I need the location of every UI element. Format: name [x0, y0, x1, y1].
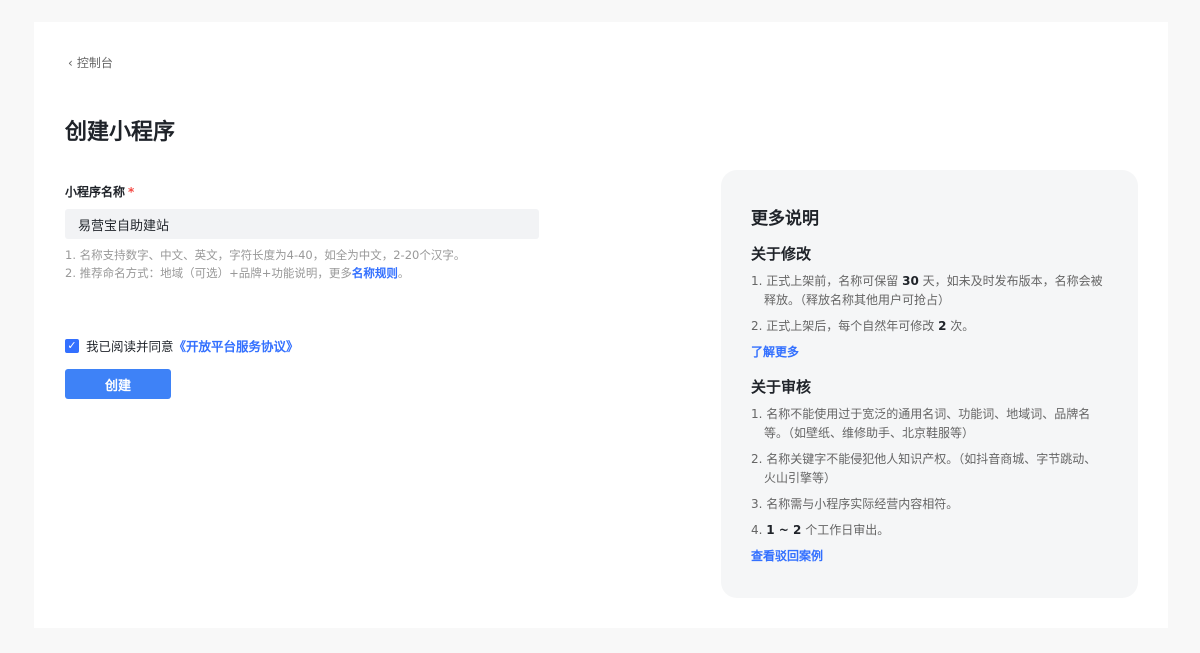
page-title: 创建小程序 [65, 120, 176, 145]
service-agreement-link[interactable]: 《开放平台服务协议》 [174, 336, 299, 355]
name-input[interactable] [65, 209, 539, 239]
hint-2: 2. 推荐命名方式：地域（可选）+品牌+功能说明，更多名称规则。 [65, 264, 465, 282]
hint-1: 1. 名称支持数字、中文、英文，字符长度为4-40，如全为中文，2-20个汉字。 [65, 248, 466, 262]
list-item: 2. 正式上架后，每个自然年可修改 2 次。 [751, 317, 1108, 336]
item-bold: 1 ~ 2 [766, 523, 802, 537]
name-hints: 1. 名称支持数字、中文、英文，字符长度为4-40，如全为中文，2-20个汉字。… [65, 246, 465, 282]
list-item: 1. 正式上架前，名称可保留 30 天，如未及时发布版本，名称会被释放。（释放名… [751, 272, 1108, 310]
list-item: 1. 名称不能使用过于宽泛的通用名词、功能词、地域词、品牌名等。（如壁纸、维修助… [751, 407, 1091, 440]
name-rules-link[interactable]: 名称规则 [352, 266, 398, 280]
review-list: 1. 名称不能使用过于宽泛的通用名词、功能词、地域词、品牌名等。（如壁纸、维修助… [751, 405, 1108, 540]
required-mark: * [128, 185, 135, 199]
agree-text: 我已阅读并同意 [86, 339, 174, 354]
item-text: 4. [751, 523, 767, 537]
hint-2-text: 2. 推荐命名方式：地域（可选）+品牌+功能说明，更多 [65, 266, 352, 280]
agree-checkbox[interactable]: ✓ [65, 338, 79, 353]
list-item: 4. 1 ~ 2 个工作日审出。 [751, 521, 1108, 540]
list-item: 2. 名称关键字不能侵犯他人知识产权。（如抖音商城、字节跳动、火山引擎等） [751, 452, 1097, 485]
item-text: 次。 [946, 319, 975, 333]
agreement-row: ✓ 我已阅读并同意 《开放平台服务协议》 [65, 336, 299, 355]
item-text: 1. 正式上架前，名称可保留 [751, 274, 903, 288]
item-text: 2. 正式上架后，每个自然年可修改 [751, 319, 939, 333]
create-button[interactable]: 创建 [65, 369, 171, 399]
modify-heading: 关于修改 [751, 245, 812, 263]
back-label: 控制台 [76, 56, 113, 70]
back-link[interactable]: ‹ 控制台 [68, 54, 113, 71]
hint-2-suffix: 。 [397, 266, 410, 280]
item-text: 个工作日审出。 [801, 523, 890, 537]
name-label-text: 小程序名称 [65, 185, 126, 199]
info-panel: 更多说明 关于修改 1. 正式上架前，名称可保留 30 天，如未及时发布版本，名… [721, 170, 1138, 598]
rejection-cases-link[interactable]: 查看驳回案例 [751, 547, 1108, 564]
name-label: 小程序名称 * [65, 183, 134, 200]
modify-list: 1. 正式上架前，名称可保留 30 天，如未及时发布版本，名称会被释放。（释放名… [751, 272, 1108, 336]
main-card: ‹ 控制台 创建小程序 小程序名称* 1. 名称支持数字、中文、英文，字符长度为… [34, 22, 1168, 628]
list-item: 3. 名称需与小程序实际经营内容相符。 [751, 497, 959, 511]
item-bold: 30 [902, 274, 919, 288]
review-heading: 关于审核 [751, 378, 812, 396]
chevron-left-icon: ‹ [68, 55, 73, 70]
learn-more-link[interactable]: 了解更多 [751, 343, 1108, 360]
panel-title: 更多说明 [751, 209, 819, 229]
